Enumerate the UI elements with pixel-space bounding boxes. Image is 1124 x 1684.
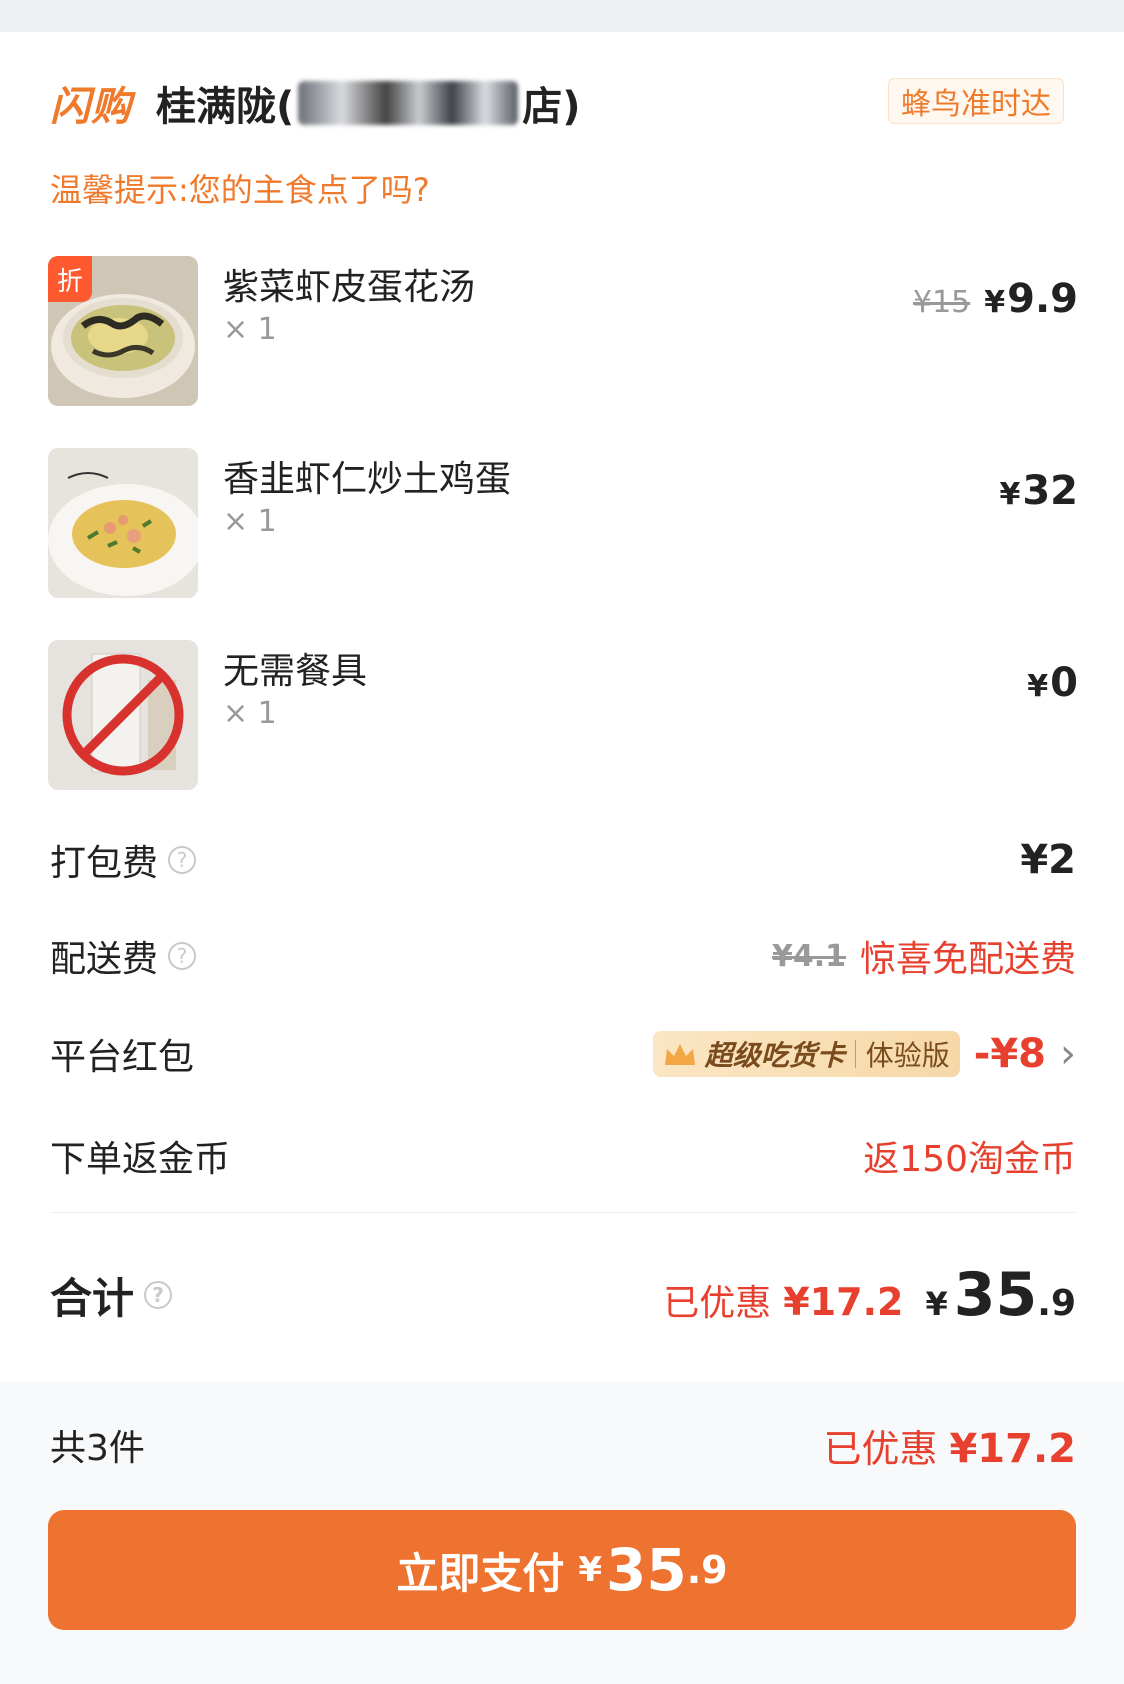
red-packet-value: -¥8 xyxy=(973,1031,1046,1077)
pay-price-dec: .9 xyxy=(686,1548,728,1592)
footer-summary: 共3件 已优惠 ¥17.2 xyxy=(50,1415,1076,1475)
item-count: 共3件 xyxy=(50,1428,145,1469)
item-quantity: × 1 xyxy=(223,312,277,347)
brand-logo: 闪购 xyxy=(50,84,132,130)
currency-symbol: ¥ xyxy=(578,1550,603,1590)
currency-symbol: ¥ xyxy=(999,477,1021,512)
list-item[interactable]: 香韭虾仁炒土鸡蛋 × 1 ¥ 32 xyxy=(48,448,1078,600)
red-packet-label: 平台红包 xyxy=(50,1037,195,1078)
badge-divider xyxy=(854,1040,856,1068)
badge-main-text: 超级吃货卡 xyxy=(704,1039,845,1072)
top-strip xyxy=(0,0,1124,32)
item-name: 无需餐具 xyxy=(223,651,368,692)
total-label: 合计 xyxy=(50,1273,135,1323)
item-name: 紫菜虾皮蛋花汤 xyxy=(223,267,476,308)
divider xyxy=(50,1212,1076,1213)
packing-fee-label: 打包费 xyxy=(50,843,159,884)
currency-symbol: ¥ xyxy=(1027,669,1049,704)
badge-sub-text: 体验版 xyxy=(865,1039,950,1072)
help-icon[interactable]: ? xyxy=(144,1281,173,1309)
soup-image: 折 xyxy=(48,256,198,406)
chevron-right-icon[interactable]: › xyxy=(1060,1031,1076,1077)
item-quantity: × 1 xyxy=(223,504,277,539)
pay-price-int: 35 xyxy=(606,1536,687,1604)
delivery-fee-label: 配送费 xyxy=(50,939,159,980)
item-quantity: × 1 xyxy=(223,696,277,731)
saved-label: 已优惠 xyxy=(663,1283,772,1324)
coin-reward-label: 下单返金币 xyxy=(50,1139,231,1180)
shop-name[interactable]: 桂满陇( 店) xyxy=(156,74,581,132)
item-price: ¥ 0 xyxy=(1027,660,1078,706)
item-price: ¥15 ¥ 9.9 xyxy=(913,276,1078,322)
packing-fee-value: ¥2 xyxy=(1020,837,1076,883)
footer-saved-label: 已优惠 xyxy=(823,1426,938,1471)
item-name: 香韭虾仁炒土鸡蛋 xyxy=(223,459,512,500)
shop-name-suffix: 店) xyxy=(522,84,581,130)
item-price: ¥ 32 xyxy=(999,468,1078,514)
discount-badge: 折 xyxy=(48,256,92,302)
no-cutlery-image xyxy=(48,640,198,790)
saved-value: ¥17.2 xyxy=(783,1280,904,1324)
currency-symbol: ¥ xyxy=(925,1285,948,1323)
delivery-fee-value: 惊喜免配送费 xyxy=(859,939,1076,980)
list-item[interactable]: 无需餐具 × 1 ¥ 0 xyxy=(48,640,1078,792)
currency-symbol: ¥ xyxy=(984,285,1006,320)
total-price-int: 35 xyxy=(953,1260,1038,1330)
pay-now-button[interactable]: 立即支付 ¥ 35 .9 xyxy=(48,1510,1076,1630)
coin-reward-value: 返150淘金币 xyxy=(863,1139,1076,1180)
pay-button-label: 立即支付 xyxy=(396,1548,565,1598)
total-row: 合计 ? 已优惠 ¥17.2 ¥ 35 .9 xyxy=(50,1250,1076,1340)
shop-header[interactable]: 闪购 桂满陇( 店) xyxy=(50,72,581,134)
delivery-tag: 蜂鸟准时达 xyxy=(888,78,1064,124)
item-price-value: 0 xyxy=(1050,660,1078,706)
meal-tip[interactable]: 温馨提示:您的主食点了吗? xyxy=(50,165,430,211)
egg-dish-image xyxy=(48,448,198,598)
redacted-shop-name xyxy=(298,81,519,125)
item-price-value: 32 xyxy=(1022,468,1078,514)
item-original-price: ¥15 xyxy=(913,285,971,320)
item-price-value: 9.9 xyxy=(1007,276,1078,322)
super-foodie-card-badge[interactable]: 超级吃货卡 体验版 xyxy=(652,1031,960,1077)
packing-fee-row: 打包费? ¥2 xyxy=(50,830,1076,890)
footer-saved-value: ¥17.2 xyxy=(949,1425,1076,1472)
help-icon[interactable]: ? xyxy=(168,942,197,970)
crown-icon xyxy=(664,1044,695,1065)
help-icon[interactable]: ? xyxy=(168,846,197,874)
total-price-dec: .9 xyxy=(1037,1283,1076,1324)
red-packet-row[interactable]: 平台红包 超级吃货卡 体验版 -¥8 › xyxy=(50,1024,1076,1084)
coin-reward-row: 下单返金币 返150淘金币 xyxy=(50,1126,1076,1186)
shop-name-prefix: 桂满陇( xyxy=(156,84,295,130)
delivery-fee-row: 配送费? ¥4.1 惊喜免配送费 xyxy=(50,926,1076,986)
list-item[interactable]: 折 紫菜虾皮蛋花汤 × 1 ¥15 ¥ 9.9 xyxy=(48,256,1078,408)
delivery-fee-original: ¥4.1 xyxy=(771,938,846,974)
